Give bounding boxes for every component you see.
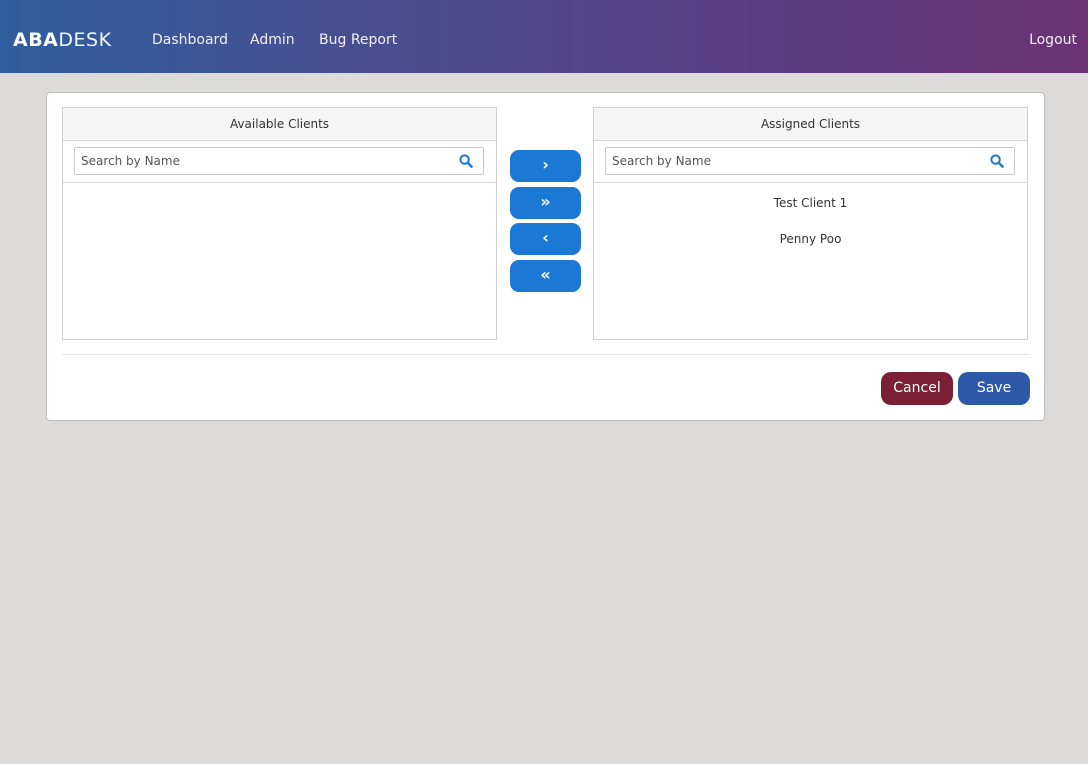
client-assignment-card: Available Clients › » ‹ « Assigned Clien… <box>46 92 1045 421</box>
assigned-clients-title: Assigned Clients <box>594 108 1027 141</box>
client-list-item[interactable]: Penny Poo <box>594 231 1027 247</box>
top-navbar: ABADESK Dashboard Admin Bug Report Logou… <box>0 0 1088 73</box>
available-search-box <box>74 147 484 175</box>
brand-logo[interactable]: ABADESK <box>13 28 112 52</box>
assigned-search-box <box>605 147 1015 175</box>
available-clients-list <box>63 183 496 339</box>
nav-admin-link[interactable]: Admin <box>250 31 295 49</box>
move-selected-left-button[interactable]: ‹ <box>510 223 581 255</box>
available-search-row <box>63 141 496 183</box>
available-search-input[interactable] <box>81 152 441 170</box>
available-clients-panel: Available Clients <box>62 107 497 340</box>
save-button[interactable]: Save <box>958 372 1030 405</box>
assigned-search-row <box>594 141 1027 183</box>
cancel-button[interactable]: Cancel <box>881 372 953 405</box>
search-icon[interactable] <box>990 154 1004 168</box>
brand-logo-bold: ABA <box>13 29 59 51</box>
footer-divider <box>62 354 1030 355</box>
client-list-item[interactable]: Test Client 1 <box>594 195 1027 211</box>
brand-logo-thin: DESK <box>58 29 112 51</box>
nav-dashboard-link[interactable]: Dashboard <box>152 31 228 49</box>
assigned-clients-panel: Assigned Clients Test Client 1 Penny Poo <box>593 107 1028 340</box>
double-chevron-left-icon: « <box>540 265 551 284</box>
move-all-left-button[interactable]: « <box>510 260 581 292</box>
nav-bug-report-link[interactable]: Bug Report <box>319 31 397 49</box>
assigned-search-input[interactable] <box>612 152 972 170</box>
chevron-left-icon: ‹ <box>542 228 549 247</box>
search-icon[interactable] <box>459 154 473 168</box>
double-chevron-right-icon: » <box>540 192 551 211</box>
chevron-right-icon: › <box>542 155 549 174</box>
move-selected-right-button[interactable]: › <box>510 150 581 182</box>
assigned-clients-list: Test Client 1 Penny Poo <box>594 183 1027 339</box>
move-all-right-button[interactable]: » <box>510 187 581 219</box>
logout-link[interactable]: Logout <box>1029 31 1077 49</box>
available-clients-title: Available Clients <box>63 108 496 141</box>
